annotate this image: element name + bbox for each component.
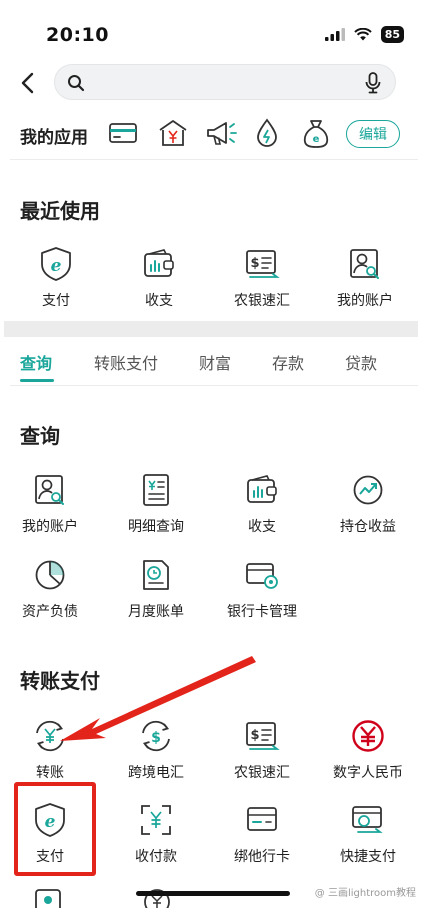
transfer-section-title: 转账支付 xyxy=(20,669,100,693)
transfer-item-transfer[interactable]: 转账 xyxy=(0,716,100,782)
search-icon xyxy=(68,75,85,92)
tile-label: 农银速汇 xyxy=(234,293,290,309)
svg-text:$: $ xyxy=(250,256,259,271)
transfer-item-collect[interactable]: 收付款 xyxy=(106,800,206,866)
bind-card-icon xyxy=(242,800,282,840)
tile-label: 数字人民币 xyxy=(333,765,403,781)
chevron-left-icon xyxy=(21,72,34,94)
divider xyxy=(10,385,418,386)
my-apps-label: 我的应用 xyxy=(20,128,88,148)
active-tab-indicator xyxy=(20,379,54,382)
trend-icon xyxy=(348,470,388,510)
tile-label: 转账 xyxy=(36,765,64,781)
svg-text:$: $ xyxy=(250,728,259,743)
tab-deposit[interactable]: 存款 xyxy=(272,350,304,374)
tab-transfer-pay[interactable]: 转账支付 xyxy=(94,350,158,374)
tile-label: 收支 xyxy=(145,293,173,309)
bank-icon[interactable] xyxy=(156,116,190,150)
tile-label: 银行卡管理 xyxy=(227,604,297,620)
status-time: 20:10 xyxy=(46,24,109,46)
search-input[interactable] xyxy=(95,70,359,96)
tile-label: 我的账户 xyxy=(337,293,393,309)
account-search-icon xyxy=(345,244,385,284)
tile-label: 跨境电汇 xyxy=(128,765,184,781)
query-item-holdings[interactable]: 持仓收益 xyxy=(318,470,418,536)
query-section-title: 查询 xyxy=(20,424,60,448)
recent-section-title: 最近使用 xyxy=(20,199,100,223)
home-indicator xyxy=(136,891,290,896)
wifi-icon xyxy=(353,28,372,41)
transfer-item-crossborder[interactable]: $ 跨境电汇 xyxy=(106,716,206,782)
section-separator xyxy=(4,321,418,337)
tab-query[interactable]: 查询 xyxy=(20,350,52,374)
tile-label: 月度账单 xyxy=(128,604,184,620)
wallet-chart-icon xyxy=(139,244,179,284)
bill-transfer-icon: $ xyxy=(242,716,282,756)
tile-label: 资产负债 xyxy=(22,604,78,620)
query-item-monthly-bill[interactable]: 月度账单 xyxy=(106,555,206,621)
tile-label: 持仓收益 xyxy=(340,519,396,535)
svg-text:$: $ xyxy=(151,730,161,746)
watermark: @ 三画lightroom教程 xyxy=(314,888,416,899)
battery-indicator: 85 xyxy=(380,26,404,43)
recent-item-pay[interactable]: e 支付 xyxy=(6,244,106,310)
bill-transfer-icon: $ xyxy=(242,244,282,284)
tab-wealth[interactable]: 财富 xyxy=(199,350,231,374)
tile-label: 支付 xyxy=(42,293,70,309)
transfer-item-bind-card[interactable]: 绑他行卡 xyxy=(212,800,312,866)
recent-item-account[interactable]: 我的账户 xyxy=(315,244,415,310)
transfer-item-digital-rmb[interactable]: 数字人民币 xyxy=(318,716,418,782)
recent-item-income[interactable]: 收支 xyxy=(109,244,209,310)
monthly-bill-icon xyxy=(136,555,176,595)
transfer-item-remit[interactable]: $ 农银速汇 xyxy=(212,716,312,782)
divider xyxy=(10,159,418,160)
tile-label: 绑他行卡 xyxy=(234,849,290,865)
wallet-chart-icon xyxy=(242,470,282,510)
yuan-exchange-icon xyxy=(30,716,70,756)
tile-label: 农银速汇 xyxy=(234,765,290,781)
search-bar[interactable] xyxy=(54,64,396,100)
svg-text:e: e xyxy=(51,256,62,276)
signal-icon xyxy=(324,28,345,41)
back-button[interactable] xyxy=(14,66,40,100)
edit-button[interactable]: 编辑 xyxy=(346,120,400,148)
money-bag-icon[interactable]: e xyxy=(299,116,333,150)
category-tabs: 查询 转账支付 财富 存款 贷款 xyxy=(0,342,428,382)
tile-label: 我的账户 xyxy=(22,519,78,535)
more-item-icon xyxy=(34,886,62,908)
card-icon[interactable] xyxy=(106,116,140,150)
query-item-statement[interactable]: 明细查询 xyxy=(106,470,206,536)
drop-icon[interactable] xyxy=(250,116,284,150)
microphone-icon[interactable] xyxy=(365,72,381,94)
highlight-box xyxy=(14,782,96,876)
pie-chart-icon xyxy=(30,555,70,595)
tab-loan[interactable]: 贷款 xyxy=(345,350,377,374)
query-item-assets[interactable]: 资产负债 xyxy=(0,555,100,621)
account-search-icon xyxy=(30,470,70,510)
query-item-income[interactable]: 收支 xyxy=(212,470,312,536)
tile-label: 快捷支付 xyxy=(340,849,396,865)
e-payment-icon: e xyxy=(36,244,76,284)
recent-item-remit[interactable]: $ 农银速汇 xyxy=(212,244,312,310)
statement-icon xyxy=(136,470,176,510)
query-item-account[interactable]: 我的账户 xyxy=(0,470,100,536)
digital-rmb-icon xyxy=(348,716,388,756)
status-indicators: 85 xyxy=(324,26,404,43)
transfer-item-quick-pay[interactable]: 快捷支付 xyxy=(318,800,418,866)
quick-pay-icon xyxy=(348,800,388,840)
tile-label: 明细查询 xyxy=(128,519,184,535)
query-item-card-manage[interactable]: 银行卡管理 xyxy=(212,555,312,621)
svg-text:e: e xyxy=(313,134,320,145)
dollar-exchange-icon: $ xyxy=(136,716,176,756)
bank-card-icon xyxy=(242,555,282,595)
megaphone-icon[interactable] xyxy=(204,116,238,150)
tile-label: 收付款 xyxy=(135,849,177,865)
scan-yuan-icon xyxy=(136,800,176,840)
tile-label: 收支 xyxy=(248,519,276,535)
